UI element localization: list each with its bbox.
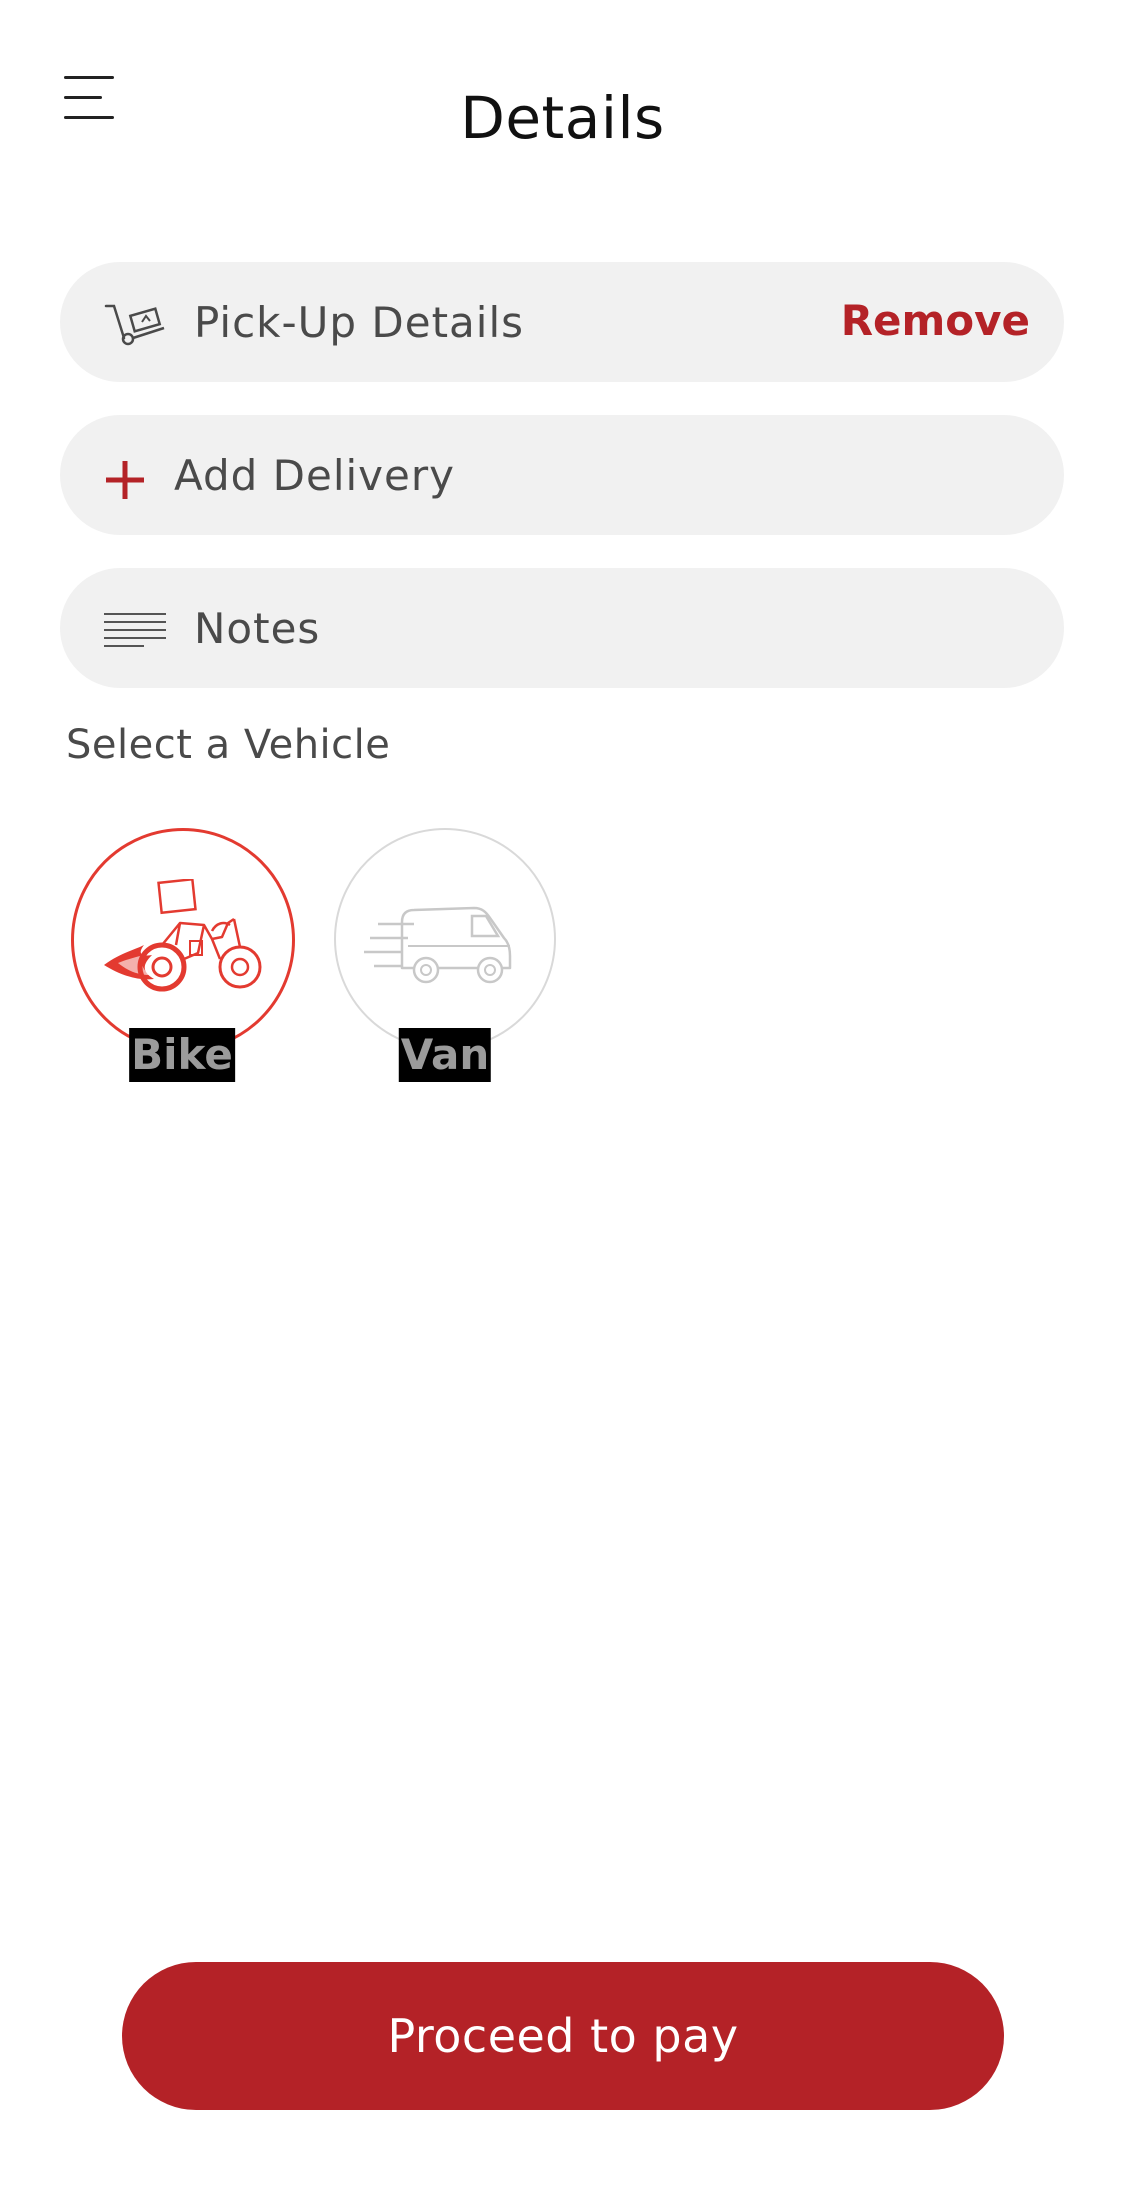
add-delivery-button[interactable]: Add Delivery [60,415,1064,535]
vehicle-label-van: Van [398,1028,492,1082]
proceed-to-pay-button[interactable]: Proceed to pay [122,1962,1004,2110]
add-delivery-label: Add Delivery [174,451,456,500]
page-title: Details [460,84,665,152]
remove-button[interactable]: Remove [841,296,1030,345]
vehicle-circle [71,828,295,1052]
plus-icon [104,459,146,505]
notes-row[interactable]: Notes [60,568,1064,688]
vehicle-option-bike[interactable]: Bike [71,828,295,1082]
motorbike-icon [104,879,262,992]
vehicle-option-van[interactable]: Van [334,828,556,1082]
vehicle-label-bike: Bike [129,1028,235,1082]
pickup-details-row[interactable]: Pick-Up Details Remove [60,262,1064,382]
hamburger-menu-icon [64,76,114,79]
hand-truck-icon [104,302,168,350]
vehicle-circle [334,828,556,1050]
text-lines-icon [104,612,166,652]
pickup-details-label: Pick-Up Details [194,298,524,347]
van-icon [364,906,512,984]
notes-label: Notes [194,604,321,653]
vehicle-section-title: Select a Vehicle [66,722,391,768]
